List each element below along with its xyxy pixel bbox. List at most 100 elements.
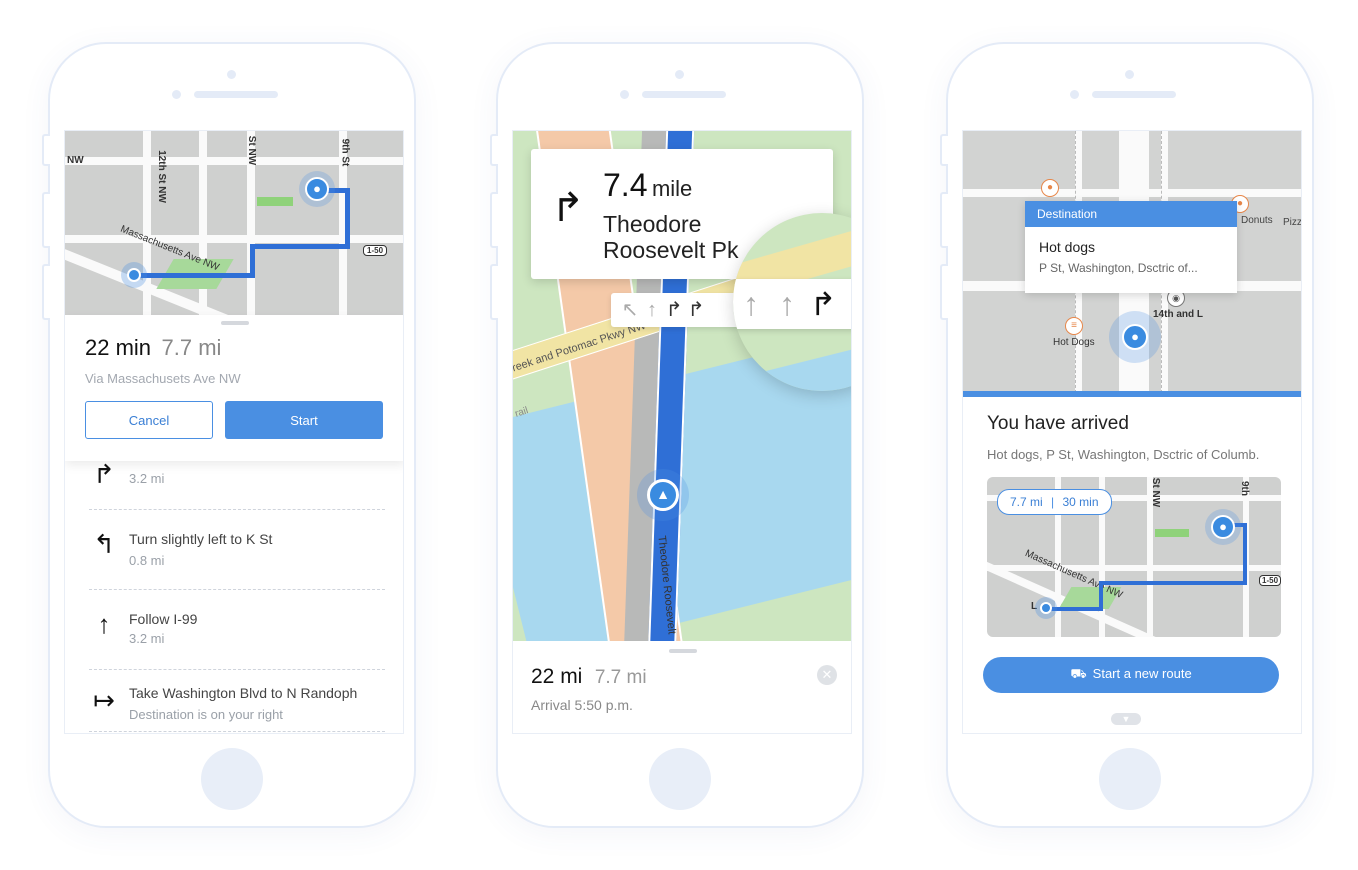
map-label: 12th St NW	[155, 150, 167, 203]
car-icon: ⛟	[1070, 666, 1087, 681]
phone-3: ● ● Donuts Pizz ◉ 14th and L ≡ Hot Dogs …	[940, 42, 1314, 828]
step-title: Turn slightly left to K St	[129, 531, 273, 547]
arrived-address: Hot dogs, P St, Washington, Dsctric of C…	[987, 447, 1260, 462]
highway-shield: 1-50	[1259, 575, 1281, 586]
sensor	[620, 90, 629, 99]
screen-navigation: reek and Potomac Pkwy NW Theodore Roosev…	[512, 130, 852, 734]
home-button[interactable]	[1099, 748, 1161, 810]
side-button	[42, 192, 50, 248]
speaker	[194, 91, 278, 98]
side-button	[42, 264, 50, 320]
lane-right-icon: ↱	[809, 286, 837, 322]
map-label: 9th	[1239, 481, 1250, 496]
cancel-button[interactable]: Cancel	[85, 401, 213, 439]
turn-right-icon: ↱	[93, 459, 115, 489]
map-label: 9th St	[339, 138, 351, 167]
map-label: Hot Dogs	[1053, 337, 1095, 348]
lane-right-icon: ↱	[841, 279, 851, 329]
route-line	[1099, 581, 1247, 585]
maneuver-street: Theodore	[603, 211, 702, 237]
popup-header: Destination	[1025, 201, 1237, 227]
step-title: Follow I-99	[129, 611, 198, 627]
camera	[675, 70, 684, 79]
map-label: Pizz	[1283, 217, 1302, 228]
map-divider	[963, 391, 1301, 397]
start-button[interactable]: Start	[225, 401, 383, 439]
step-distance: 0.8 mi	[129, 553, 165, 568]
close-icon[interactable]: ✕	[817, 665, 837, 685]
badge-time: 30 min	[1062, 495, 1099, 509]
sensor	[172, 90, 181, 99]
list-item[interactable]: ↱ 3.2 mi	[89, 459, 385, 510]
maneuver-distance: 7.4	[603, 167, 648, 203]
chevron-down-icon[interactable]: ▼	[1111, 713, 1141, 725]
route-line	[1099, 581, 1103, 611]
step-note: Destination is on your right	[129, 707, 283, 722]
straight-arrow-icon: ↑	[97, 609, 111, 639]
lane-straight-icon: ↑	[779, 286, 795, 322]
side-button	[42, 134, 50, 166]
camera	[227, 70, 236, 79]
route-line	[250, 244, 350, 249]
start-new-route-label: Start a new route	[1092, 666, 1192, 681]
maneuver-unit: mile	[651, 176, 693, 201]
side-button	[490, 264, 498, 320]
side-button	[490, 192, 498, 248]
list-item[interactable]: ↑ Follow I-99 3.2 mi	[89, 589, 385, 670]
route-line	[1243, 523, 1247, 585]
map-label: St NW	[246, 135, 258, 166]
restaurant-icon[interactable]: ●	[1041, 179, 1059, 197]
map-label: NW	[67, 155, 84, 166]
destination-pin-icon[interactable]: ●	[1205, 509, 1241, 545]
map-label: St NW	[1150, 477, 1162, 508]
destination-popup[interactable]: Destination Hot dogs P St, Washington, D…	[1025, 201, 1237, 293]
route-line	[345, 188, 350, 248]
lane-slight-left-icon: ↖	[621, 299, 639, 321]
popup-title: Hot dogs	[1039, 239, 1096, 255]
list-item[interactable]: ↰ Turn slightly left to K St 0.8 mi	[89, 509, 385, 590]
route-line	[133, 273, 255, 278]
arrival-time: Arrival 5:50 p.m.	[531, 697, 633, 713]
origin-marker	[1035, 597, 1057, 619]
lane-straight-icon: ↑	[647, 299, 657, 321]
destination-pin-icon[interactable]: ●	[299, 171, 335, 207]
origin-marker	[121, 262, 147, 288]
side-button	[940, 264, 948, 320]
hotdog-poi-icon[interactable]: ≡	[1065, 317, 1083, 335]
side-button	[490, 134, 498, 166]
badge-distance: 7.7 mi	[1010, 495, 1043, 509]
camera	[1125, 70, 1134, 79]
drag-handle[interactable]	[669, 649, 697, 653]
start-new-route-button[interactable]: ⛟ Start a new route	[983, 657, 1279, 693]
lane-straight-icon: ↑	[743, 286, 759, 322]
trip-alt-distance: 7.7 mi	[594, 667, 647, 688]
speaker	[1092, 91, 1176, 98]
speaker	[642, 91, 726, 98]
screen-arrived: ● ● Donuts Pizz ◉ 14th and L ≡ Hot Dogs …	[962, 130, 1302, 734]
side-button	[940, 192, 948, 248]
route-summary-sheet: 22 min 7.7 mi Via Massachusets Ave NW Ca…	[65, 315, 403, 461]
home-button[interactable]	[649, 748, 711, 810]
step-distance: 3.2 mi	[129, 631, 165, 646]
side-button	[940, 134, 948, 166]
route-duration: 22 min	[85, 335, 152, 360]
route-map[interactable]: NW 12th St NW St NW 9th St Massachusetts…	[65, 131, 403, 331]
route-mini-map[interactable]: Massachusetts Ave NW 1-50 9th St NW L ● …	[987, 477, 1281, 637]
highway-shield: 1-50	[363, 245, 388, 256]
home-button[interactable]	[201, 748, 263, 810]
turn-right-icon: ↱	[551, 186, 585, 230]
lane-guidance: ↖ ↑ ↱ ↱	[611, 293, 741, 327]
popup-address: P St, Washington, Dsctric of...	[1039, 261, 1198, 275]
map-label: 14th and L	[1153, 309, 1204, 320]
drag-handle[interactable]	[221, 321, 249, 325]
turn-slight-left-icon: ↰	[93, 529, 115, 559]
list-item[interactable]: ↦ Take Washington Blvd to N Randoph Dest…	[89, 669, 385, 732]
step-distance: 3.2 mi	[129, 471, 165, 486]
step-title: Take Washington Blvd to N Randoph	[129, 685, 358, 701]
destination-pin-icon[interactable]: ●	[1109, 311, 1161, 363]
phone-1: NW 12th St NW St NW 9th St Massachusetts…	[42, 42, 416, 828]
trip-summary-sheet: 22 mi 7.7 mi Arrival 5:50 p.m. ✕	[513, 641, 851, 733]
lane-right-icon: ↱	[665, 299, 683, 321]
route-via: Via Massachusets Ave NW	[85, 371, 241, 386]
destination-map[interactable]: ● ● Donuts Pizz ◉ 14th and L ≡ Hot Dogs …	[963, 131, 1302, 393]
